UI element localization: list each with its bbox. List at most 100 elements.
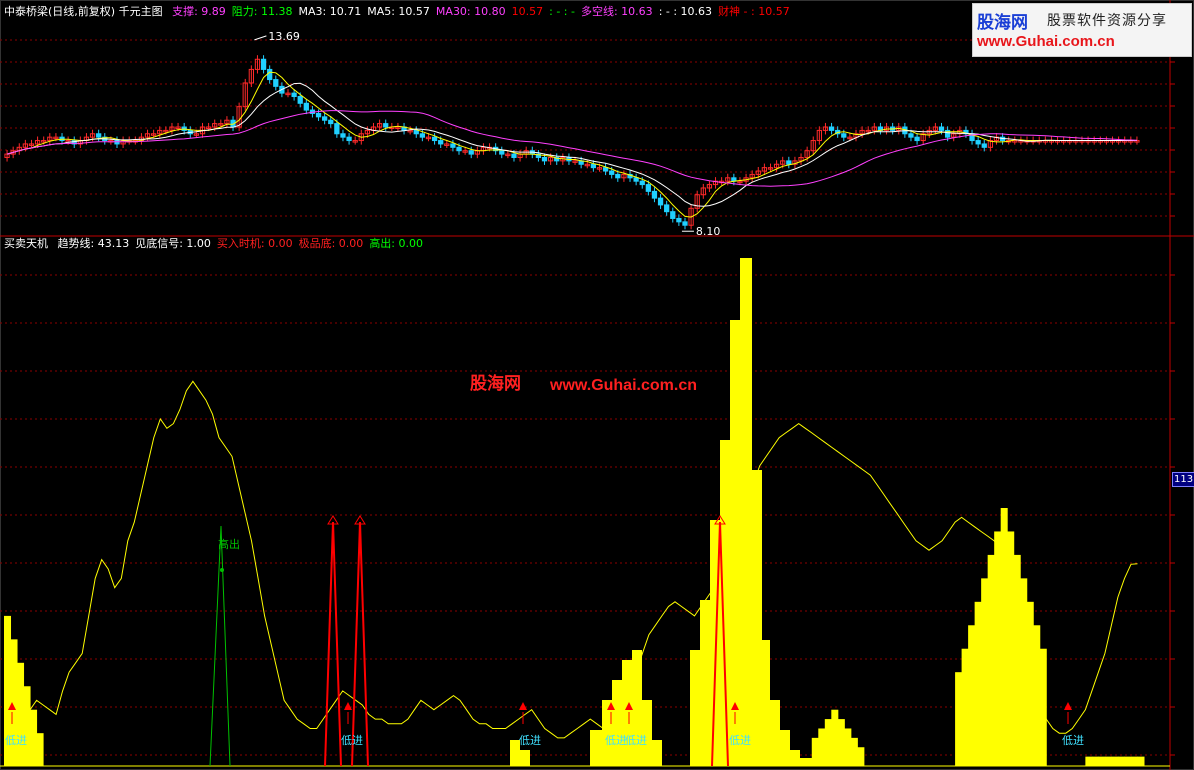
candle-body: [340, 133, 346, 138]
volume-bar: [981, 578, 989, 766]
candle-body: [981, 143, 987, 148]
volume-bar: [857, 747, 865, 766]
moving-average-lines: [6, 71, 1137, 218]
top-header-item: : - : -: [549, 5, 575, 18]
price-box: 113: [1172, 472, 1194, 487]
volume-bar: [652, 740, 662, 766]
up-arrow-icon: [1064, 702, 1072, 710]
volume-bar: [632, 650, 642, 766]
candle-body: [670, 211, 676, 219]
candle-body: [828, 126, 835, 131]
bottom-header-item: 高出: 0.00: [369, 237, 424, 250]
volume-bar: [1026, 601, 1034, 766]
volume-bar: [700, 600, 710, 766]
up-arrow-icon: [519, 702, 527, 710]
candle-body: [322, 116, 328, 121]
top-header-item: MA5: 10.57: [367, 5, 430, 18]
volume-bar: [520, 750, 530, 766]
volume-bar: [1091, 756, 1099, 766]
candle-body: [975, 140, 981, 145]
volume-bar: [762, 640, 770, 766]
volume-bar: [752, 470, 762, 766]
low-signal-label: 低进: [729, 734, 751, 747]
candle-body: [297, 96, 303, 104]
bottom-header-items: 趋势线: 43.13 见底信号: 1.00 买入时机: 0.00 极品底: 0.00 高…: [58, 237, 430, 250]
ma5-line: [6, 71, 1137, 218]
high-pointer: [254, 35, 267, 41]
candle-body: [413, 129, 419, 135]
candle-body: [664, 204, 670, 213]
volume-bar: [1117, 756, 1125, 766]
volume-bar: [730, 320, 740, 766]
candle-body: [291, 92, 297, 98]
low-signal-label: 低进: [605, 734, 627, 747]
candle-body: [609, 170, 615, 175]
bottom-header-item: 买入时机: 0.00: [216, 237, 293, 250]
top-header-items: 支撑: 9.89 阻力: 11.38 MA3: 10.71 MA5: 10.57 MA3…: [172, 5, 796, 18]
volume-bar: [1098, 756, 1106, 766]
candle-body: [456, 146, 462, 152]
volume-bar: [955, 672, 963, 766]
low-signal-label: 低进: [625, 734, 647, 747]
volume-bar: [850, 737, 858, 766]
candle-body: [438, 140, 444, 145]
candle-body: [682, 221, 688, 226]
volume-bar: [968, 625, 976, 766]
bottom-header: 买卖天机 趋势线: 43.13 见底信号: 1.00 买入时机: 0.00 极品底: …: [4, 237, 435, 250]
candle-body: [431, 136, 438, 142]
bottom-header-item: 极品底: 0.00: [298, 237, 364, 250]
candle-body: [541, 156, 548, 162]
volume-bar: [770, 700, 780, 766]
bottom-header-item: 见底信号: 1.00: [135, 237, 211, 250]
top-header-item: 10.57: [511, 5, 544, 18]
high-signal-label: 高出: [218, 537, 240, 551]
top-header: 中泰桥梁(日线,前复权) 千元主图 支撑: 9.89 阻力: 11.38 MA3: …: [4, 5, 802, 18]
volume-bar: [1124, 756, 1132, 766]
volume-bar: [987, 554, 995, 766]
logo-line1: 股海网: [977, 13, 1028, 33]
up-arrow-icon: [344, 702, 352, 710]
candle-body: [938, 126, 945, 131]
top-header-item: 多空线: 10.63: [580, 5, 653, 18]
logo-line3: www.Guhai.com.cn: [977, 33, 1115, 50]
candle-body: [914, 136, 920, 142]
volume-bars: [4, 258, 1145, 766]
volume-bar: [622, 660, 632, 766]
volume-bar: [720, 440, 730, 766]
volume-bar: [780, 730, 790, 766]
volume-bar: [30, 709, 38, 766]
volume-bar: [974, 601, 982, 766]
volume-bar: [837, 719, 845, 766]
volume-bar: [642, 700, 652, 766]
volume-bar: [1104, 756, 1112, 766]
low-signal-label: 低进: [5, 734, 27, 747]
candle-body: [645, 184, 651, 192]
top-header-item: 阻力: 11.38: [231, 5, 293, 18]
candle-body: [908, 133, 914, 138]
volume-bar: [824, 719, 832, 766]
top-header-item: MA30: 10.80: [435, 5, 506, 18]
bottom-header-item: 趋势线: 43.13: [57, 237, 130, 250]
volume-bar: [800, 758, 812, 766]
volume-bar: [740, 258, 752, 766]
volume-bar: [1033, 625, 1041, 766]
volume-bar: [844, 728, 852, 766]
candle-body: [96, 133, 102, 138]
volume-bar: [1137, 756, 1145, 766]
candle-body: [633, 177, 639, 182]
low-label: 8.10: [696, 225, 721, 238]
candle-body: [334, 123, 340, 135]
candle-body: [450, 143, 456, 148]
low-signal-label: 低进: [1062, 734, 1084, 747]
volume-bar: [1007, 531, 1015, 766]
high-signal-dot: [220, 568, 224, 572]
volume-bar: [590, 730, 602, 766]
volume-bar: [10, 639, 18, 766]
ma10-line: [6, 82, 1137, 207]
candle-body: [841, 133, 847, 138]
candle-body: [346, 136, 352, 142]
candle-body: [267, 68, 273, 81]
guhai-logo: 股海网 股票软件资源分享 www.Guhai.com.cn: [972, 3, 1192, 57]
watermark-cn: 股海网: [470, 374, 521, 394]
volume-bar: [1013, 554, 1021, 766]
